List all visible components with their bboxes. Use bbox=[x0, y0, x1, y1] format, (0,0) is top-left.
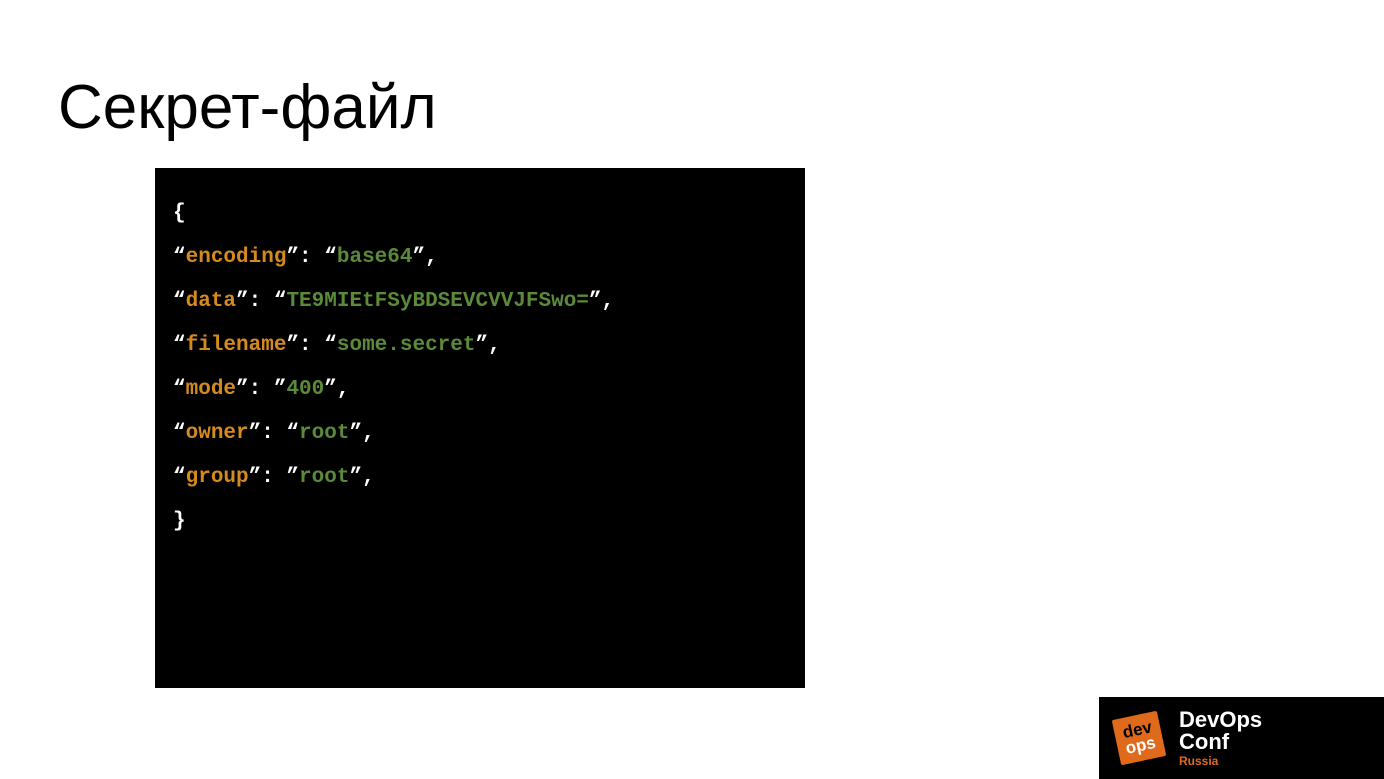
devops-badge-icon: dev ops bbox=[1113, 712, 1165, 764]
code-brace-open: { bbox=[173, 192, 787, 236]
slide-title: Секрет-файл bbox=[58, 72, 437, 143]
code-line-group: “group”: ”root”, bbox=[173, 456, 787, 500]
code-line-encoding: “encoding”: “base64”, bbox=[173, 236, 787, 280]
conf-name: DevOps Conf Russia bbox=[1179, 709, 1262, 767]
code-line-owner: “owner”: “root”, bbox=[173, 412, 787, 456]
code-brace-close: } bbox=[173, 500, 787, 544]
code-block: { “encoding”: “base64”, “data”: “TE9MIEt… bbox=[155, 168, 805, 688]
code-line-data: “data”: “TE9MIEtFSyBDSEVCVVJFSwo=”, bbox=[173, 280, 787, 324]
slide: Секрет-файл { “encoding”: “base64”, “dat… bbox=[0, 0, 1384, 779]
conf-line-3: Russia bbox=[1179, 755, 1262, 767]
conf-line-1: DevOps bbox=[1179, 709, 1262, 731]
code-line-filename: “filename”: “some.secret”, bbox=[173, 324, 787, 368]
footer-logo: dev ops DevOps Conf Russia bbox=[1099, 697, 1384, 779]
badge-line-2: ops bbox=[1124, 735, 1157, 757]
code-line-mode: “mode”: ”400”, bbox=[173, 368, 787, 412]
conf-line-2: Conf bbox=[1179, 731, 1262, 753]
